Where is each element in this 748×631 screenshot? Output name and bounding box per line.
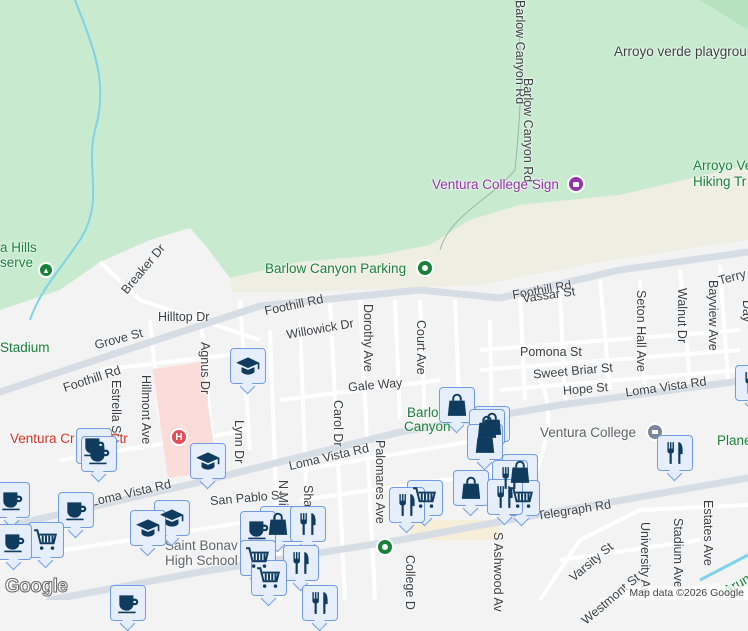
graduation-cap-icon <box>135 515 161 541</box>
college-dr-label: College D <box>403 555 417 610</box>
estrella-st-label: Estrella St <box>109 380 123 437</box>
dorothy-ave-label: Dorothy Ave <box>361 304 375 372</box>
restaurant-marker[interactable] <box>735 365 748 401</box>
shopping-marker[interactable] <box>467 424 503 460</box>
green-pin-icon[interactable] <box>376 538 394 556</box>
fork-knife-icon <box>492 484 518 510</box>
map-attribution[interactable]: Map data ©2026 Google <box>625 586 748 600</box>
estates-ave-label: Estates Ave <box>701 500 715 566</box>
barlow-canyon-rd-label: Barlow Canyon Rd <box>521 78 535 183</box>
shopping-cart-icon <box>256 565 282 591</box>
tree-icon[interactable]: ▲ <box>38 262 54 278</box>
school-marker[interactable] <box>190 443 226 479</box>
fork-knife-icon <box>740 370 748 396</box>
coffee-cup-icon <box>1 529 27 555</box>
fork-knife-icon <box>394 492 420 518</box>
graduation-cap-icon <box>195 448 221 474</box>
ventura-college-label: Ventura College <box>540 425 637 440</box>
grocery-marker[interactable] <box>251 560 287 596</box>
lynn-dr-label: Lynn Dr <box>232 420 246 464</box>
barlow-parking-label: Barlow Canyon Parking <box>265 261 407 276</box>
cafe-marker[interactable] <box>0 524 32 560</box>
park-pin-icon[interactable] <box>416 259 434 277</box>
cafe-marker[interactable] <box>81 436 117 472</box>
graduation-cap-icon <box>235 353 261 379</box>
saint-bonaventure-label-2: High School <box>165 553 238 568</box>
n-mi-label: N Mi <box>276 480 290 506</box>
school-marker[interactable] <box>230 348 266 384</box>
cafe-marker[interactable] <box>58 492 94 528</box>
hills-reserve-label-1: a Hills <box>0 240 37 255</box>
arroyo-playground-label: Arroyo verde playground <box>614 44 748 59</box>
shopping-marker[interactable] <box>453 470 489 506</box>
carol-dr-label: Carol Dr <box>331 400 345 447</box>
coffee-cup-icon <box>0 487 25 513</box>
fork-knife-icon <box>307 590 333 616</box>
pomona-st-label: Pomona St <box>520 345 582 359</box>
graduation-cap-icon <box>159 505 185 531</box>
coffee-cup-icon <box>63 497 89 523</box>
cafe-marker[interactable] <box>240 511 276 547</box>
seton-hall-ave-label: Seton Hall Ave <box>634 290 648 372</box>
day-label: Day <box>740 300 748 323</box>
school-marker[interactable] <box>130 510 166 546</box>
walnut-dr-label: Walnut Dr <box>675 288 689 344</box>
college-sign-label: Ventura College Sign <box>432 177 559 192</box>
hospital-icon[interactable]: H <box>170 428 188 446</box>
shopping-bag-icon <box>472 429 498 455</box>
restaurant-marker[interactable] <box>302 585 338 621</box>
hiking-trail-label-2: Hiking Tr <box>693 174 747 189</box>
hillmont-ave-label: Hillmont Ave <box>139 375 153 445</box>
coffee-cup-icon <box>245 516 271 542</box>
planetarium-label: Plane <box>717 433 748 448</box>
restaurant-marker[interactable] <box>657 435 693 471</box>
stadium-ave-label: Stadium Ave <box>671 518 685 588</box>
agnus-dr-label: Agnus Dr <box>198 342 212 395</box>
cafe-marker[interactable] <box>110 585 146 621</box>
barlow-canyon-label-1: Barlo <box>407 405 439 420</box>
restaurant-marker[interactable] <box>283 545 319 581</box>
shopping-bag-icon <box>444 392 470 418</box>
restaurant-marker[interactable] <box>487 479 523 515</box>
google-logo: Google <box>4 576 68 598</box>
cafe-marker[interactable] <box>0 482 30 518</box>
restaurant-marker[interactable] <box>290 506 326 542</box>
shopping-bag-icon <box>458 475 484 501</box>
shopping-marker[interactable] <box>439 387 475 423</box>
university-ave-label: University Av <box>638 522 652 595</box>
coffee-cup-icon <box>115 590 141 616</box>
hills-reserve-label-2: serve <box>0 255 34 270</box>
hilltop-dr-label: Hilltop Dr <box>158 310 210 324</box>
fork-knife-icon <box>288 550 314 576</box>
bayview-ave-label: Bayview Ave <box>706 280 720 351</box>
fork-knife-icon <box>662 440 688 466</box>
stadium-label: Stadium <box>0 340 50 355</box>
court-ave-label: Court Ave <box>414 320 428 375</box>
hiking-trail-label-1: Arroyo Ve <box>693 158 748 173</box>
palomares-ave-label: Palomares Ave <box>373 440 387 524</box>
grocery-marker[interactable] <box>28 522 64 558</box>
restaurant-marker[interactable] <box>389 487 425 523</box>
shopping-cart-icon <box>33 527 59 553</box>
camera-icon[interactable] <box>567 175 585 193</box>
coffee-cup-icon <box>86 441 112 467</box>
fork-knife-icon <box>295 511 321 537</box>
